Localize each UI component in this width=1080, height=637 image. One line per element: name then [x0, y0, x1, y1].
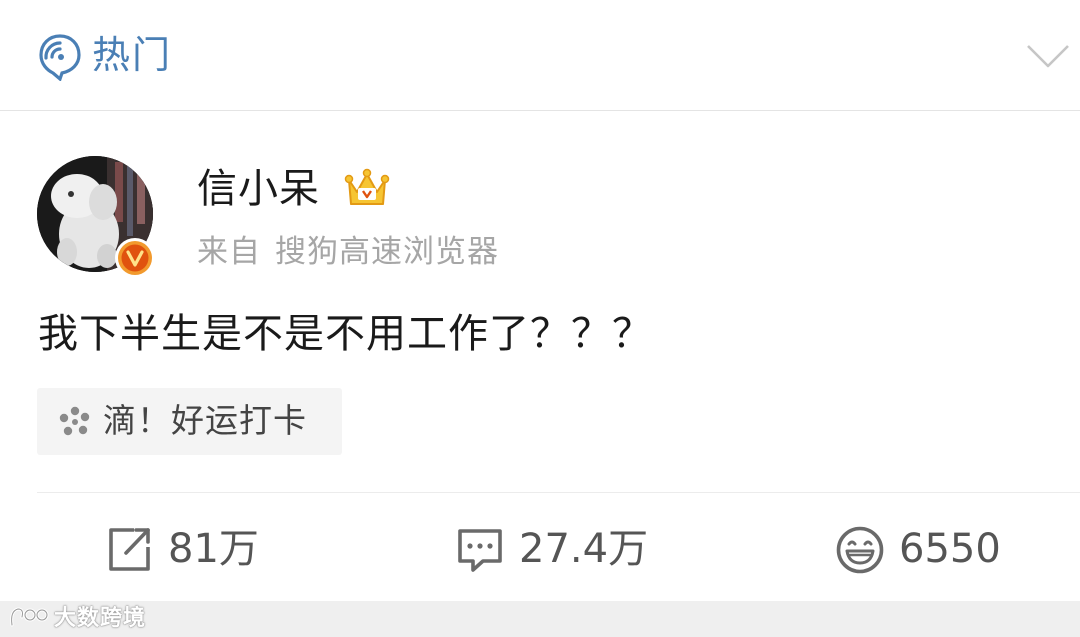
post-source: 来自 搜狗高速浏览器: [197, 230, 499, 274]
comment-icon: [455, 525, 505, 575]
author-name[interactable]: 信小呆: [197, 163, 320, 215]
chevron-down-icon[interactable]: [1024, 36, 1072, 76]
feed-section-header: 热门: [0, 0, 1080, 111]
topic-label: 滴！好运打卡: [103, 401, 307, 440]
like-count: 6550: [899, 526, 1001, 572]
post-card[interactable]: 信小呆 来自 搜狗高速浏览器 我下半生是不是不用工作了？？？ 滴！好运打卡 81…: [0, 111, 1080, 601]
crown-icon[interactable]: [343, 166, 391, 210]
smile-icon: [835, 525, 885, 575]
source-app-link[interactable]: 搜狗高速浏览器: [275, 234, 499, 270]
watermark-logo-icon: [8, 603, 52, 633]
post-text: 我下半生是不是不用工作了？？？: [38, 311, 653, 357]
repost-button[interactable]: 81万: [104, 521, 304, 577]
watermark-text: 大数跨境: [54, 606, 147, 631]
comment-button[interactable]: 27.4万: [455, 521, 685, 577]
repost-icon: [104, 525, 154, 575]
topic-tag[interactable]: 滴！好运打卡: [37, 388, 342, 455]
section-title: 热门: [92, 33, 173, 77]
repost-count: 81万: [168, 526, 259, 572]
hot-topic-icon: [38, 33, 82, 82]
watermark-strip: 大数跨境: [0, 601, 1080, 637]
comment-count: 27.4万: [519, 526, 649, 572]
like-button[interactable]: 6550: [835, 521, 1035, 577]
verified-badge-icon: [113, 236, 157, 280]
lucky-dots-icon: [57, 404, 93, 440]
source-prefix: 来自: [197, 234, 261, 270]
divider: [37, 492, 1080, 493]
